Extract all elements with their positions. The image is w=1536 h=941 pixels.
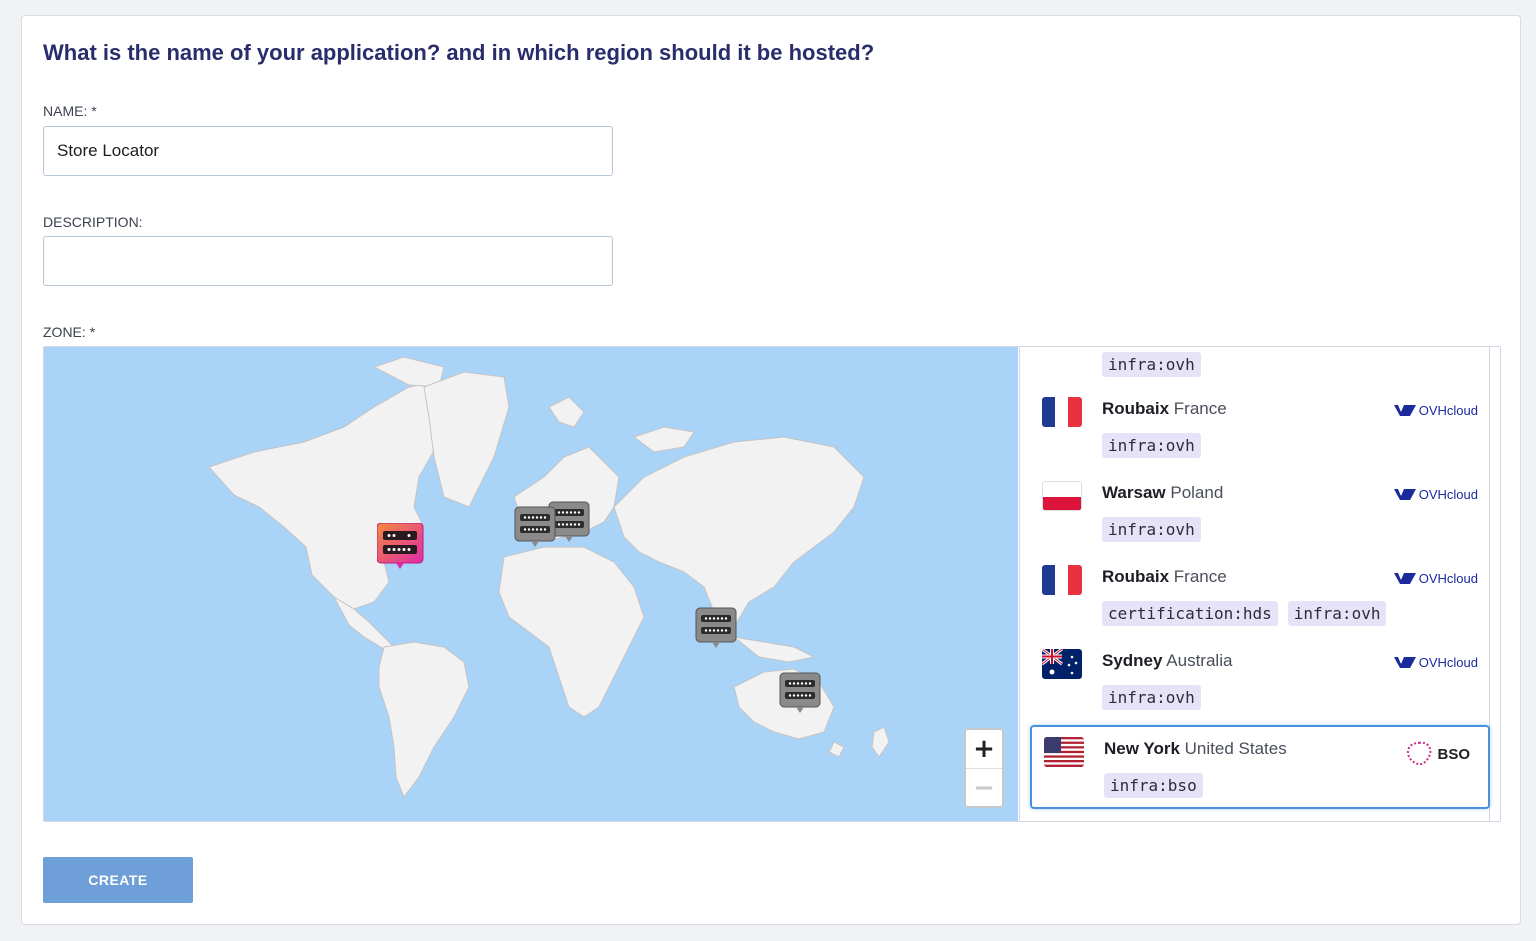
zone-partial-tags: infra:ovh <box>1102 352 1201 377</box>
zone-picker: + − infra:ovh Roubaix France infra:ovh O… <box>43 346 1501 822</box>
zoom-control: + − <box>964 728 1004 808</box>
ovhcloud-logo: OVHcloud <box>1393 487 1478 502</box>
zone-tags: infra:ovh <box>1102 517 1201 542</box>
zone-city-label: Sydney Australia <box>1102 651 1233 670</box>
pl-flag-icon <box>1042 481 1082 511</box>
zone-tag: certification:hds <box>1102 601 1278 626</box>
ovhcloud-logo: OVHcloud <box>1393 571 1478 586</box>
create-button[interactable]: CREATE <box>43 857 193 903</box>
ovhcloud-logo: OVHcloud <box>1393 655 1478 670</box>
zone-tags: infra:bso <box>1104 773 1203 798</box>
description-label: DESCRIPTION: <box>43 214 143 230</box>
description-input[interactable] <box>43 236 613 286</box>
zone-list: infra:ovh Roubaix France infra:ovh OVHcl… <box>1019 347 1500 821</box>
zone-tags: certification:hds infra:ovh <box>1102 601 1387 626</box>
zoom-in-button[interactable]: + <box>966 730 1002 768</box>
zoom-out-button[interactable]: − <box>966 768 1002 806</box>
zone-item-roubaix-1[interactable]: Roubaix France infra:ovh OVHcloud <box>1030 385 1490 469</box>
zone-tags: infra:ovh <box>1102 433 1201 458</box>
map-marker-new-york[interactable] <box>376 522 424 569</box>
map-marker-singapore[interactable] <box>695 607 737 648</box>
au-flag-icon <box>1042 649 1082 679</box>
page-title: What is the name of your application? an… <box>43 40 875 65</box>
us-flag-icon <box>1044 737 1084 767</box>
name-label: NAME: * <box>43 103 97 119</box>
name-input[interactable] <box>43 126 613 176</box>
zone-item-sydney[interactable]: Sydney Australia infra:ovh OVHcloud <box>1030 637 1490 721</box>
zone-tag: infra:ovh <box>1102 433 1201 458</box>
map-marker-sydney[interactable] <box>779 672 821 713</box>
zone-tag: infra:ovh <box>1102 517 1201 542</box>
zone-city-label: New York United States <box>1104 739 1287 758</box>
zone-label: ZONE: * <box>43 324 96 340</box>
zone-city-label: Roubaix France <box>1102 399 1227 418</box>
zone-tag: infra:ovh <box>1102 685 1201 710</box>
fr-flag-icon <box>1042 397 1082 427</box>
ovhcloud-logo: OVHcloud <box>1393 403 1478 418</box>
world-map[interactable]: + − <box>44 347 1018 821</box>
bso-logo: BSO <box>1404 739 1470 769</box>
zone-city-label: Warsaw Poland <box>1102 483 1224 502</box>
world-map-land <box>208 356 890 799</box>
zone-tag: infra:ovh <box>1102 352 1201 377</box>
zone-tag: infra:bso <box>1104 773 1203 798</box>
zone-item-new-york[interactable]: New York United States infra:bso BSO <box>1030 725 1490 809</box>
zone-item-warsaw[interactable]: Warsaw Poland infra:ovh OVHcloud <box>1030 469 1490 553</box>
zone-item-roubaix-hds[interactable]: Roubaix France certification:hds infra:o… <box>1030 553 1490 637</box>
map-marker-roubaix[interactable] <box>514 506 556 547</box>
zone-tag: infra:ovh <box>1287 601 1387 626</box>
zone-city-label: Roubaix France <box>1102 567 1227 586</box>
form-card: What is the name of your application? an… <box>21 15 1521 925</box>
fr-flag-icon <box>1042 565 1082 595</box>
zone-tags: infra:ovh <box>1102 685 1201 710</box>
